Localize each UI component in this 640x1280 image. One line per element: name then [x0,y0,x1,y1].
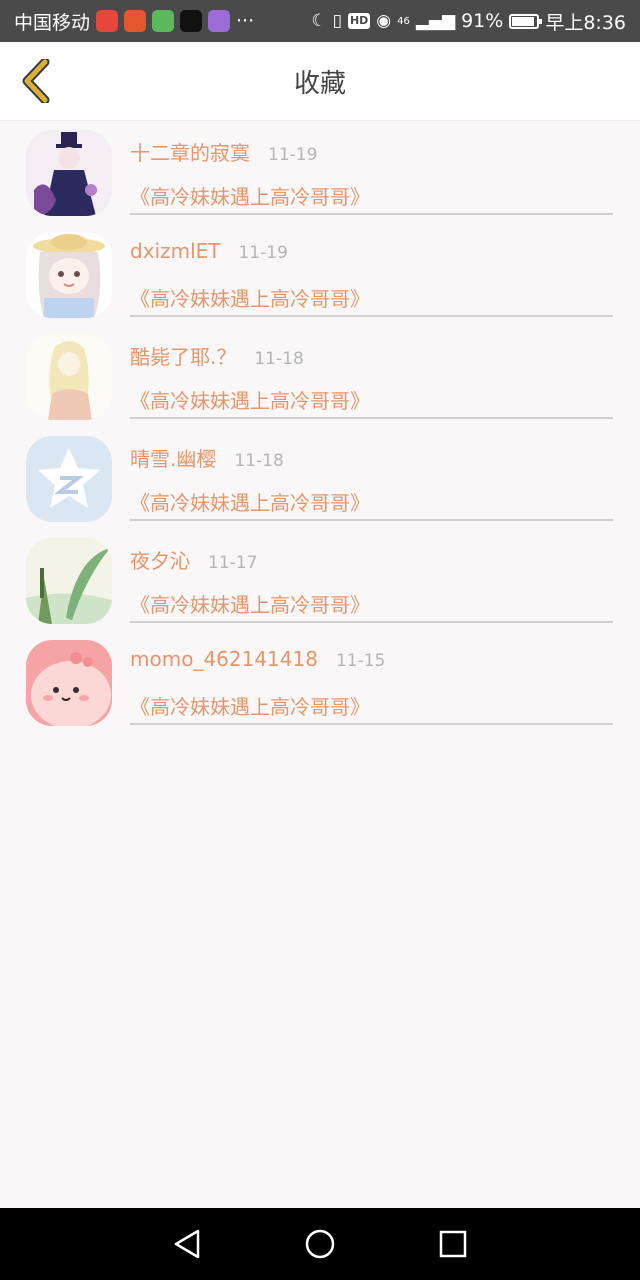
book-title[interactable]: 《高冷妹妹遇上高冷哥哥》 [130,487,370,516]
carrier-name: 中国移动 [14,11,91,34]
video-app-icon [96,10,119,32]
user-name[interactable]: momo_462141418 [130,647,318,671]
chevron-left-icon [22,59,50,103]
list-item[interactable]: 酷毙了耶.？ 11-18 《高冷妹妹遇上高冷哥哥》 [0,325,640,427]
divider [130,315,613,317]
favorite-date: 11-18 [254,349,304,369]
avatar[interactable] [26,130,112,216]
nav-recents-button[interactable] [433,1224,473,1264]
tiktok-app-icon [180,10,203,32]
book-title[interactable]: 《高冷妹妹遇上高冷哥哥》 [130,385,370,414]
list-item[interactable]: dxizmlET 11-19 《高冷妹妹遇上高冷哥哥》 [0,223,640,325]
avatar[interactable] [26,640,112,726]
battery-percent: 91% [461,10,504,32]
favorite-date: 11-15 [335,651,386,671]
avatar[interactable] [26,538,112,624]
user-name[interactable]: 晴雪.幽樱 [130,443,216,472]
gallery-app-icon [208,10,231,32]
favorite-date: 11-19 [268,145,318,165]
list-item[interactable]: 夜夕沁 11-17 《高冷妹妹遇上高冷哥哥》 [0,529,640,631]
clock: 早上8:36 [545,11,626,34]
book-title[interactable]: 《高冷妹妹遇上高冷哥哥》 [130,283,370,312]
network-type: 46 [397,15,410,27]
square-recents-icon [440,1230,467,1258]
vibrate-icon: ▯ [332,11,342,31]
circle-home-icon [305,1229,335,1259]
app-header: 收藏 [0,42,640,121]
divider [130,213,613,215]
user-name[interactable]: 酷毙了耶.？ [130,341,236,370]
user-name[interactable]: 十二章的寂寞 [130,137,250,166]
list-item[interactable]: 晴雪.幽樱 11-18 《高冷妹妹遇上高冷哥哥》 [0,427,640,529]
list-item[interactable]: momo_462141418 11-15 《高冷妹妹遇上高冷哥哥》 [0,631,640,733]
qq-zone-star-icon [26,436,112,522]
user-name[interactable]: dxizmlET [130,239,220,263]
status-left: 中国移动 ··· [14,8,254,35]
book-title[interactable]: 《高冷妹妹遇上高冷哥哥》 [130,589,370,618]
signal-icon: ▂▄▆ [415,11,456,31]
favorite-date: 11-18 [234,451,284,471]
divider [130,621,613,623]
user-name[interactable]: 夜夕沁 [130,545,190,574]
nav-home-button[interactable] [300,1224,340,1264]
favorites-list: 十二章的寂寞 11-19 《高冷妹妹遇上高冷哥哥》 dxizmlET 11-19… [0,121,640,733]
divider [130,723,613,725]
eye-icon: ◉ [376,11,392,31]
avatar[interactable] [26,436,112,522]
favorite-date: 11-19 [238,243,288,263]
battery-icon [509,13,543,29]
play-app-icon [152,10,175,32]
avatar[interactable] [26,334,112,420]
avatar[interactable] [26,232,112,318]
favorite-date: 11-17 [208,553,258,573]
status-right: ☾ ▯ HD ◉ 46 ▂▄▆ 91% 早上8:36 [311,8,626,35]
status-bar: 中国移动 ··· ☾ ▯ HD ◉ 46 ▂▄▆ 91% 早上8:36 [0,0,640,42]
nav-back-button[interactable] [167,1224,207,1264]
back-button[interactable] [14,56,58,106]
book-title[interactable]: 《高冷妹妹遇上高冷哥哥》 [130,181,370,210]
book-title[interactable]: 《高冷妹妹遇上高冷哥哥》 [130,691,370,720]
system-navigation-bar [0,1208,640,1280]
more-notifications-icon: ··· [236,10,255,32]
divider [130,519,613,521]
hd-icon: HD [347,13,371,29]
moon-icon: ☾ [311,11,327,31]
divider [130,417,613,419]
triangle-back-icon [174,1229,199,1259]
list-item[interactable]: 十二章的寂寞 11-19 《高冷妹妹遇上高冷哥哥》 [0,121,640,223]
page-title: 收藏 [293,68,346,99]
ticket-app-icon [124,10,147,32]
